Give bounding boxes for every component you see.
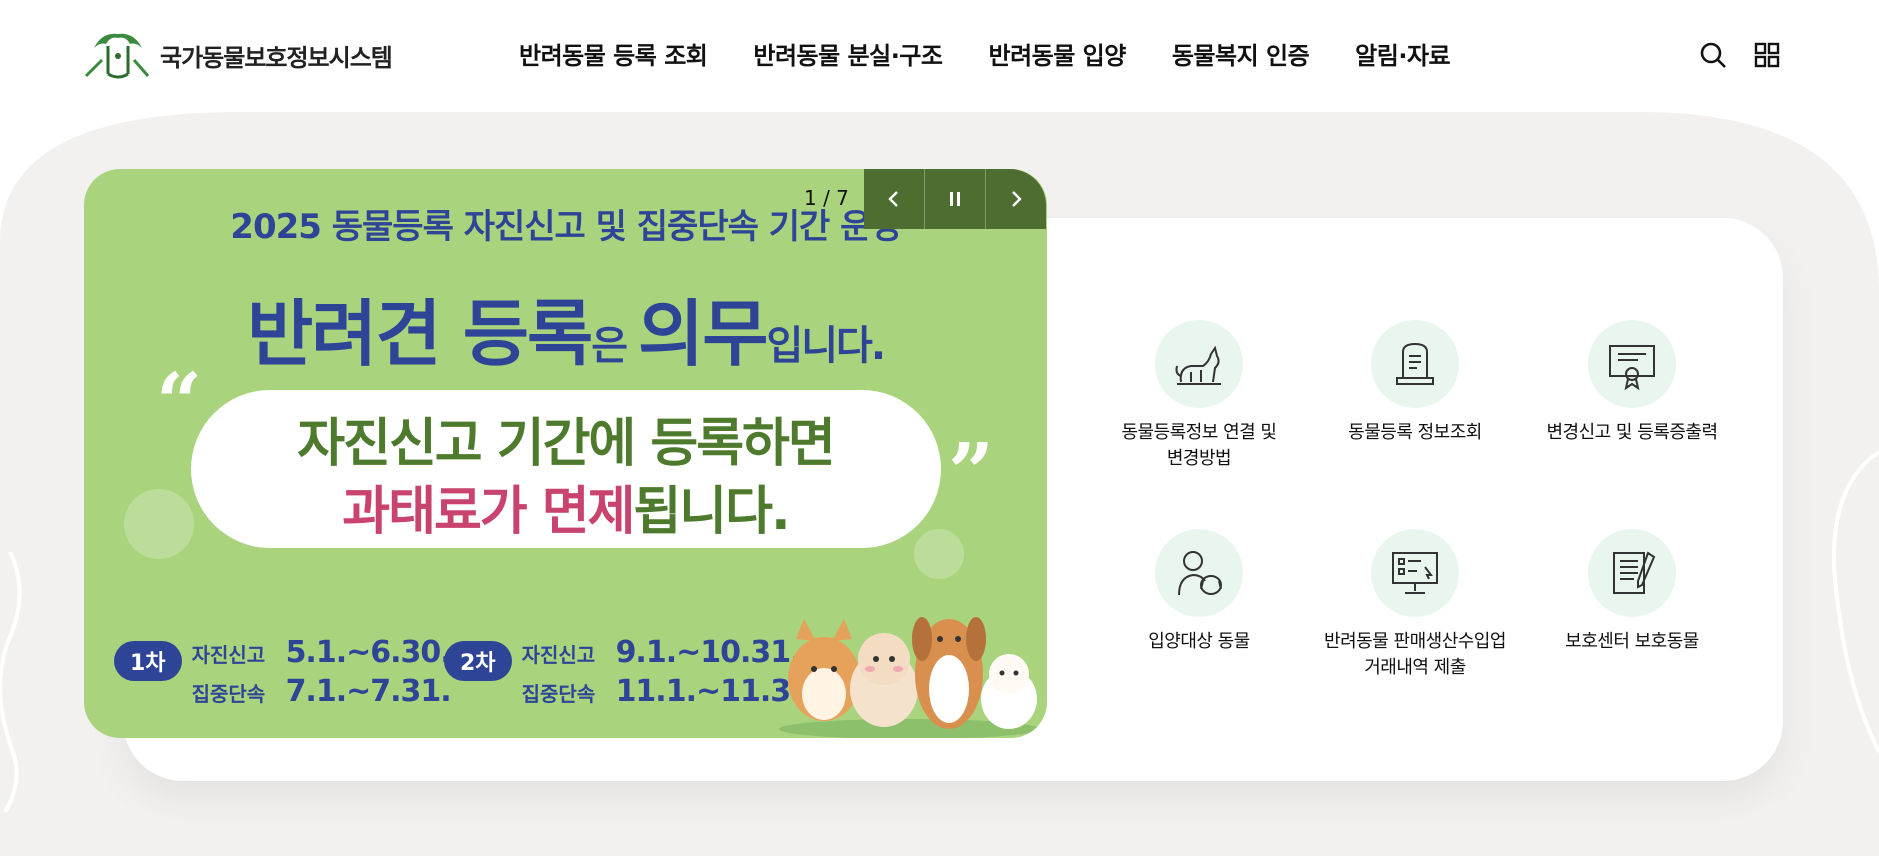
quick-menu-adoption[interactable]: 입양대상 동물 xyxy=(1091,529,1307,655)
qm-icon-circle xyxy=(1155,529,1243,617)
schedule-label: 집중단속 xyxy=(521,682,596,706)
chevron-right-icon xyxy=(1012,191,1022,207)
notepad-pen-icon xyxy=(1613,551,1656,594)
certificate-icon xyxy=(1609,345,1655,391)
quick-menu-certificate[interactable]: 변경신고 및 등록증출력 xyxy=(1524,320,1740,446)
schedule-label: 자진신고 xyxy=(191,643,266,667)
schedule-value: 7.1.~7.31. xyxy=(285,674,452,709)
next-slide-button[interactable] xyxy=(985,169,1046,229)
prev-slide-button[interactable] xyxy=(864,169,924,229)
qm-icon-circle xyxy=(1155,320,1243,408)
line2-green: 됩니다. xyxy=(633,482,790,542)
quick-menu-trade-report[interactable]: 반려동물 판매생산수입업 거래내역 제출 xyxy=(1307,529,1523,681)
cat-icon xyxy=(1175,345,1221,385)
main-banner-slide[interactable]: 2025 동물등록 자진신고 및 집중단속 기간 운영 반려견 등록은 의무입니… xyxy=(84,169,1047,738)
site-logo[interactable]: 국가동물보호정보시스템 xyxy=(82,30,393,80)
banner-headline: 반려견 등록은 의무입니다. xyxy=(84,275,1047,380)
nav-item-lost-rescue[interactable]: 반려동물 분실·구조 xyxy=(753,36,943,71)
pause-icon xyxy=(950,192,960,206)
logo-text: 국가동물보호정보시스템 xyxy=(160,43,393,72)
qm-label: 동물등록 정보조회 xyxy=(1348,422,1482,443)
nav-item-adoption[interactable]: 반려동물 입양 xyxy=(988,36,1126,71)
nav-item-welfare-cert[interactable]: 동물복지 인증 xyxy=(1172,36,1310,71)
schedule-value: 9.1.~10.31. xyxy=(615,635,802,670)
qm-label: 입양대상 동물 xyxy=(1148,631,1250,652)
nav-item-notice[interactable]: 알림·자료 xyxy=(1355,36,1450,71)
slider-controls xyxy=(864,169,1046,229)
schedule-value: 5.1.~6.30. xyxy=(285,635,452,670)
tombstone-document-icon xyxy=(1396,342,1434,385)
pause-slide-button[interactable] xyxy=(924,169,985,229)
puppies-illustration xyxy=(779,617,1039,738)
chevron-left-icon xyxy=(888,191,898,207)
schedule-round-1: 1차 자진신고 5.1.~6.30. 집중단속 7.1.~7.31. xyxy=(114,635,452,709)
headline-part: 의무 xyxy=(637,292,768,376)
site-header: 국가동물보호정보시스템 반려동물 등록 조회 반려동물 분실·구조 반려동물 입… xyxy=(0,0,1879,112)
search-button[interactable] xyxy=(1698,40,1728,70)
quick-menu-info-lookup[interactable]: 동물등록 정보조회 xyxy=(1307,320,1523,446)
logo-dog-icon xyxy=(84,33,150,79)
qm-label: 변경신고 및 등록증출력 xyxy=(1546,422,1718,443)
qm-label: 동물등록정보 연결 및 변경방법 xyxy=(1121,422,1277,469)
qm-label: 반려동물 판매생산수입업 거래내역 제출 xyxy=(1324,631,1506,678)
schedule-label: 자진신고 xyxy=(521,643,596,667)
main-navigation: 반려동물 등록 조회 반려동물 분실·구조 반려동물 입양 동물복지 인증 알림… xyxy=(519,36,1496,71)
all-menu-button[interactable] xyxy=(1752,40,1782,70)
quick-menu-registration-link[interactable]: 동물등록정보 연결 및 변경방법 xyxy=(1091,320,1307,472)
qm-icon-circle xyxy=(1371,320,1459,408)
headline-part: 입니다. xyxy=(766,323,886,369)
quick-menu-shelter-animals[interactable]: 보호센터 보호동물 xyxy=(1524,529,1740,655)
line2-pink: 과태료가 면제 xyxy=(342,482,635,542)
headline-part: 은 xyxy=(591,323,638,369)
qm-icon-circle xyxy=(1588,529,1676,617)
qm-icon-circle xyxy=(1588,320,1676,408)
banner-message-line2: 과태료가 면제됩니다. xyxy=(84,469,1047,544)
nav-item-registration[interactable]: 반려동물 등록 조회 xyxy=(519,36,708,71)
monitor-checklist-icon xyxy=(1392,552,1438,594)
schedule-badge: 1차 xyxy=(114,641,182,681)
search-icon xyxy=(1700,42,1726,68)
qm-icon-circle xyxy=(1371,529,1459,617)
banner-message-line1: 자진신고 기간에 등록하면 xyxy=(297,414,835,474)
schedule-label: 집중단속 xyxy=(191,682,266,706)
slide-counter: 1 / 7 xyxy=(804,186,849,210)
person-with-dog-icon xyxy=(1178,551,1222,596)
qm-label: 보호센터 보호동물 xyxy=(1565,631,1699,652)
headline-part: 반려견 등록 xyxy=(246,292,593,376)
schedule-badge: 2차 xyxy=(444,641,512,681)
schedule-round-2: 2차 자진신고 9.1.~10.31. 집중단속 11.1.~11.30. xyxy=(444,635,821,709)
grid-menu-icon xyxy=(1754,42,1780,68)
